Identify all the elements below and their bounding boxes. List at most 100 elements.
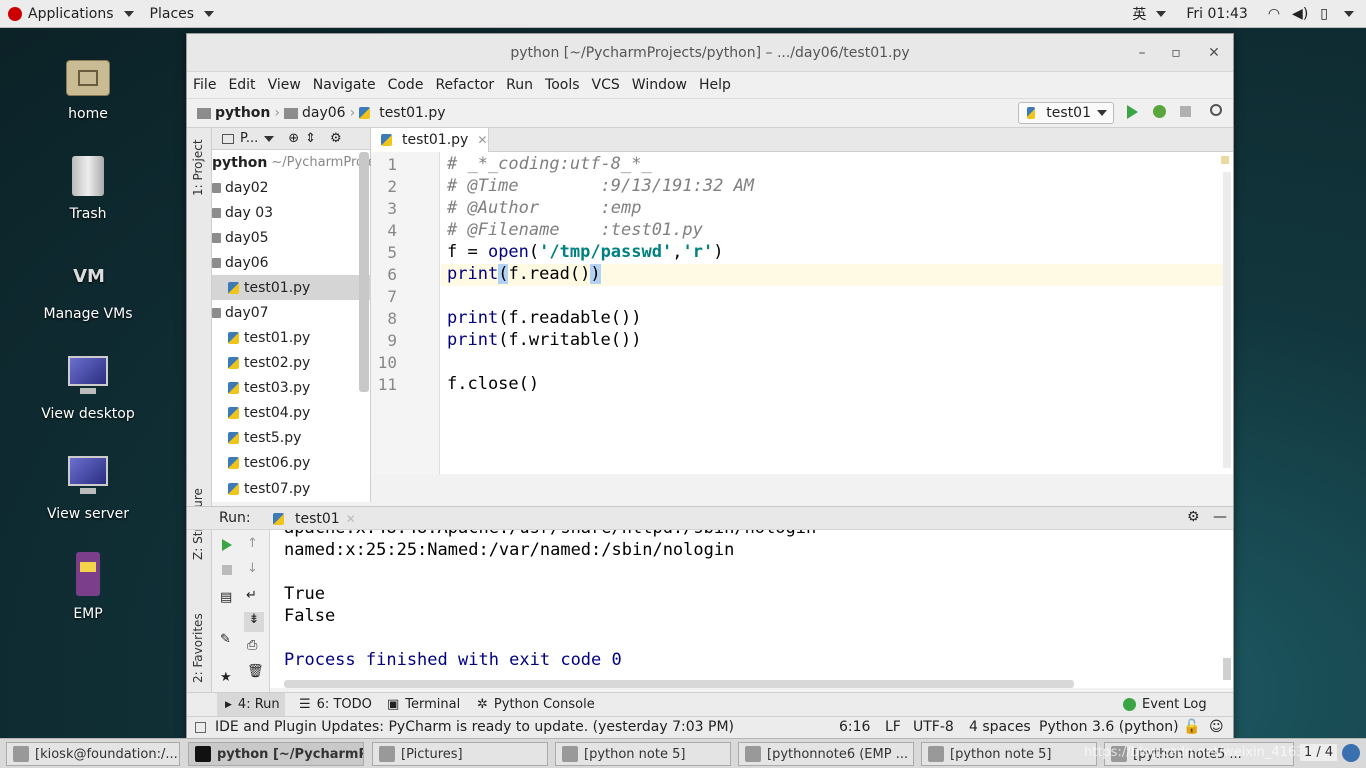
menu-run[interactable]: Run <box>500 77 539 93</box>
clock[interactable]: Fri 01:43 <box>1174 0 1259 28</box>
gear-icon[interactable]: ⚙ <box>330 131 342 146</box>
gear-icon[interactable]: ⚙ <box>1187 509 1200 525</box>
search-icon[interactable] <box>1210 104 1222 116</box>
applications-menu[interactable]: Applications <box>0 0 142 28</box>
tab-event-log[interactable]: Event Log <box>1123 697 1207 712</box>
print-icon[interactable]: ⎙ <box>247 638 257 653</box>
system-status-menu[interactable]: ◠ ◀) ▯ <box>1260 0 1366 28</box>
workspace-pager[interactable]: 1 / 4 <box>1300 744 1338 761</box>
desktop-icon-manage-vms[interactable]: VM Manage VMs <box>28 252 148 322</box>
desktop-icon-home[interactable]: home <box>28 52 148 122</box>
tree-file-day06-test01[interactable]: test01.py <box>212 275 371 300</box>
menu-help[interactable]: Help <box>693 77 737 93</box>
debug-icon[interactable] <box>1153 105 1166 118</box>
task-terminal[interactable]: [kiosk@foundation:/... <box>6 742 180 766</box>
console-v-scrollbar[interactable] <box>1223 658 1231 680</box>
rerun-icon[interactable] <box>222 539 232 551</box>
project-scrollbar[interactable] <box>359 152 369 392</box>
toggle-tool-window-icon[interactable] <box>195 722 206 733</box>
status-message[interactable]: IDE and Plugin Updates: PyCharm is ready… <box>215 719 734 735</box>
close-tab-icon[interactable]: ✕ <box>346 512 356 526</box>
places-menu[interactable]: Places <box>142 0 223 28</box>
desktop-icon-view-server[interactable]: View server <box>28 452 148 522</box>
up-arrow-icon[interactable]: ↑ <box>247 536 258 551</box>
status-indent[interactable]: 4 spaces <box>969 719 1031 735</box>
task-pictures[interactable]: [Pictures] <box>372 742 548 766</box>
down-arrow-icon[interactable]: ↓ <box>247 561 258 576</box>
inspection-marker[interactable] <box>1221 156 1229 164</box>
desktop-icon-emp[interactable]: EMP <box>28 552 148 622</box>
tree-folder-day03[interactable]: day 03 <box>212 200 371 225</box>
tab-run[interactable]: ▶ 4: Run <box>217 693 285 716</box>
status-interpreter[interactable]: Python 3.6 (python) <box>1039 719 1179 735</box>
tree-folder-day05[interactable]: day05 <box>212 225 371 250</box>
code-editor[interactable]: 1 2 3 4 5 6 7 8 9 10 11 # _*_coding:utf-… <box>371 152 1233 474</box>
desktop-icon-view-desktop[interactable]: View desktop <box>28 352 148 422</box>
tree-file[interactable]: test07.py <box>212 475 371 502</box>
notification-icon[interactable] <box>1342 744 1360 762</box>
stop-icon[interactable] <box>1180 106 1191 117</box>
target-icon[interactable]: ⊕ <box>288 131 299 146</box>
star-icon[interactable]: ★ <box>220 670 232 685</box>
editor-tab-test01[interactable]: test01.py ✕ <box>371 128 489 152</box>
pin-icon[interactable]: ✎ <box>220 632 231 647</box>
maximize-button[interactable]: ▫ <box>1165 42 1187 64</box>
menu-file[interactable]: File <box>187 77 222 93</box>
layout-icon[interactable]: ▤ <box>220 590 232 605</box>
tab-todo[interactable]: ☰ 6: TODO <box>299 697 372 712</box>
status-encoding[interactable]: UTF-8 <box>913 719 954 735</box>
tree-root[interactable]: python ~/PycharmProjects <box>212 150 395 175</box>
breadcrumb-file[interactable]: test01.py <box>379 105 445 121</box>
close-button[interactable]: ✕ <box>1203 42 1225 64</box>
window-titlebar[interactable]: python [~/PycharmProjects/python] – .../… <box>187 34 1233 72</box>
tab-python-console[interactable]: ✲ Python Console <box>477 697 595 712</box>
status-line-separator[interactable]: LF <box>885 719 901 735</box>
menu-refactor[interactable]: Refactor <box>429 77 500 93</box>
menu-navigate[interactable]: Navigate <box>307 77 382 93</box>
menu-tools[interactable]: Tools <box>539 77 586 93</box>
breadcrumb-python[interactable]: python <box>215 105 270 121</box>
collapse-icon[interactable]: ⇕ <box>305 131 316 146</box>
task-pycharm[interactable]: python [~/PycharmP... <box>188 742 364 766</box>
tree-folder-day07[interactable]: day07 <box>212 300 371 325</box>
tab-terminal[interactable]: ▣ Terminal <box>387 697 460 712</box>
status-caret-position[interactable]: 6:16 <box>839 719 870 735</box>
tree-file[interactable]: test06.py <box>212 450 371 475</box>
menu-window[interactable]: Window <box>626 77 693 93</box>
tab-project[interactable]: 1: Project <box>191 139 205 196</box>
tree-file[interactable]: test03.py <box>212 375 371 400</box>
hide-panel-icon[interactable]: — <box>1213 509 1227 525</box>
tree-file[interactable]: test5.py <box>212 425 371 450</box>
editor-scrollbar[interactable] <box>1223 172 1231 468</box>
minimize-button[interactable]: – <box>1131 42 1153 64</box>
run-icon[interactable] <box>1127 105 1138 119</box>
task-python-note-5[interactable]: [python note 5] <box>555 742 731 766</box>
tree-file[interactable]: test01.py <box>212 325 371 350</box>
stop-icon[interactable] <box>222 565 232 575</box>
tab-favorites[interactable]: 2: Favorites <box>191 613 205 683</box>
project-view-select[interactable]: P... <box>240 131 258 146</box>
tree-folder-day02[interactable]: day02 <box>212 175 371 200</box>
tree-file[interactable]: test02.py <box>212 350 371 375</box>
inspector-icon[interactable]: ☺ <box>1209 719 1224 735</box>
run-tab-test01[interactable]: test01 ✕ <box>267 507 362 530</box>
close-tab-icon[interactable]: ✕ <box>477 133 487 147</box>
run-config-select[interactable]: test01 <box>1018 102 1114 124</box>
lock-icon[interactable]: 🔓 <box>1183 719 1200 735</box>
tree-folder-day06[interactable]: day06 <box>212 250 371 275</box>
menu-view[interactable]: View <box>262 77 307 93</box>
task-python-note-5-b[interactable]: [python note 5] <box>921 742 1097 766</box>
soft-wrap-icon[interactable]: ↵ <box>246 588 257 603</box>
tree-file[interactable]: test04.py <box>212 400 371 425</box>
menu-edit[interactable]: Edit <box>222 77 261 93</box>
desktop-icon-trash[interactable]: Trash <box>28 152 148 222</box>
menu-vcs[interactable]: VCS <box>586 77 626 93</box>
input-method-menu[interactable]: 英 <box>1124 0 1174 28</box>
run-console[interactable]: apache:x:48:48:Apache:/usr/share/httpd:/… <box>270 530 1233 688</box>
scroll-to-end-icon[interactable]: ⇟ <box>244 612 264 632</box>
console-h-scrollbar[interactable] <box>284 680 1074 688</box>
menu-code[interactable]: Code <box>382 77 430 93</box>
trash-icon[interactable]: 🗑 <box>247 664 264 679</box>
breadcrumb-day06[interactable]: day06 <box>302 105 346 121</box>
task-pythonnote6[interactable]: [pythonnote6 (EMP ... <box>738 742 914 766</box>
